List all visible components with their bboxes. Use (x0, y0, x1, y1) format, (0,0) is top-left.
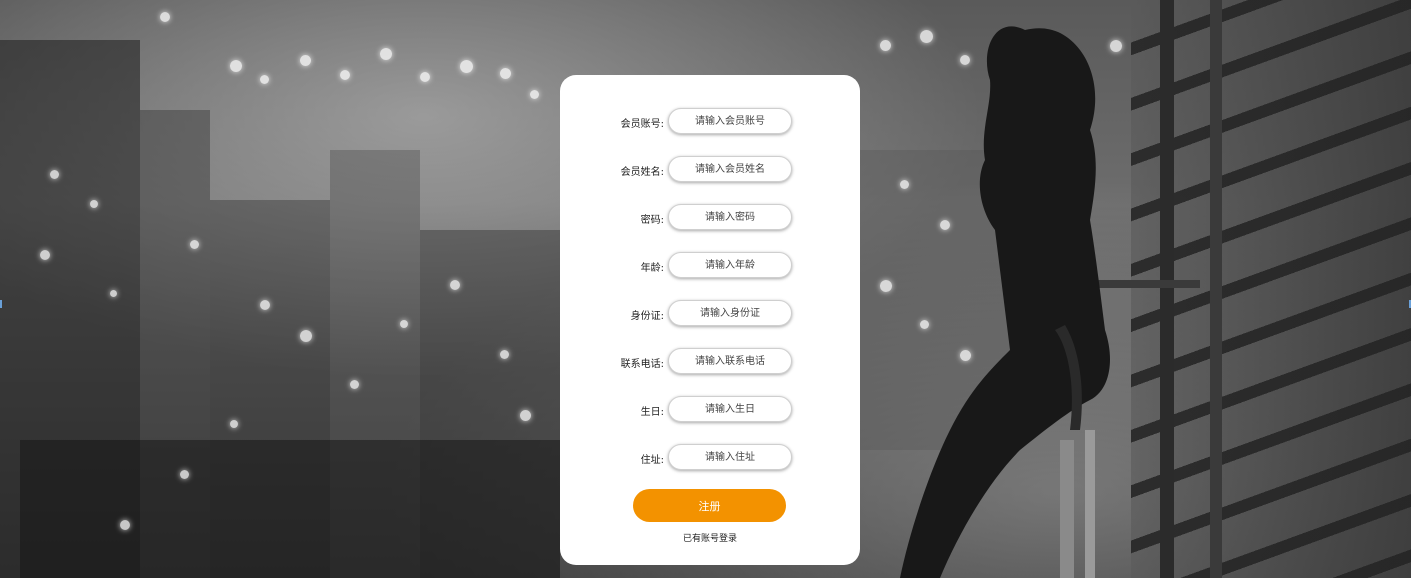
address-label: 住址: (640, 455, 664, 466)
birthday-label: 生日: (640, 407, 664, 418)
register-card: 会员账号: 会员姓名: 密码: 年龄: 身份证: 联系电话: 生日: 住址: 注… (560, 75, 860, 565)
age-label: 年龄: (640, 263, 664, 274)
field-row-id-card: 身份证: (560, 300, 860, 328)
field-row-age: 年龄: (560, 252, 860, 280)
account-input[interactable] (668, 108, 792, 134)
birthday-input[interactable] (668, 396, 792, 422)
field-row-account: 会员账号: (560, 108, 860, 136)
field-row-password: 密码: (560, 204, 860, 232)
phone-label: 联系电话: (620, 359, 664, 370)
id-card-input[interactable] (668, 300, 792, 326)
field-row-name: 会员姓名: (560, 156, 860, 184)
left-edge-marker (0, 300, 2, 308)
address-input[interactable] (668, 444, 792, 470)
id-card-label: 身份证: (630, 311, 664, 322)
register-button[interactable]: 注册 (633, 489, 786, 522)
password-input[interactable] (668, 204, 792, 230)
field-row-address: 住址: (560, 444, 860, 472)
field-row-phone: 联系电话: (560, 348, 860, 376)
age-input[interactable] (668, 252, 792, 278)
password-label: 密码: (640, 215, 664, 226)
field-row-birthday: 生日: (560, 396, 860, 424)
name-label: 会员姓名: (620, 167, 664, 178)
phone-input[interactable] (668, 348, 792, 374)
woman-silhouette (900, 26, 1110, 578)
login-link[interactable]: 已有账号登录 (560, 531, 860, 544)
name-input[interactable] (668, 156, 792, 182)
account-label: 会员账号: (620, 119, 664, 130)
